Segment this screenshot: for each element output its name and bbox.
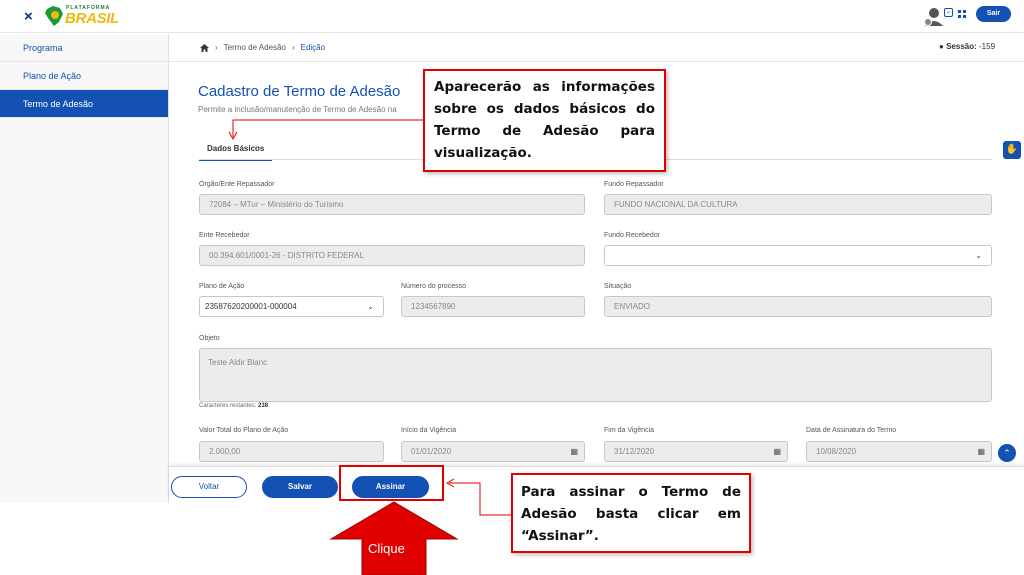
fim-vigencia-field: 31/12/2020 ▦ bbox=[604, 441, 788, 462]
plataforma-brasil-logo: PLATAFORMA BRASIL bbox=[44, 4, 119, 28]
calendar-icon[interactable]: ▦ bbox=[570, 442, 578, 461]
fundo-repassador-label: Fundo Repassador bbox=[604, 181, 664, 188]
calendar-icon[interactable]: ▦ bbox=[977, 442, 985, 461]
session-timer: ● Sessão: -159 bbox=[939, 42, 996, 51]
breadcrumb-separator: › bbox=[291, 43, 295, 52]
objeto-textarea: Teste Aldir Blanc bbox=[199, 348, 992, 402]
fim-vigencia-label: Fim da Vigência bbox=[604, 427, 655, 434]
chevron-down-icon: ⌄ bbox=[367, 302, 374, 311]
fundo-recebedor-select[interactable]: ⌄ bbox=[604, 245, 992, 266]
ente-recebedor-field: 00.394.601/0001-26 - DISTRITO FEDERAL bbox=[199, 245, 585, 266]
breadcrumb: › Termo de Adesão › Edição bbox=[200, 43, 325, 52]
data-assinatura-field: 10/08/2020 ▦ bbox=[806, 441, 992, 462]
voltar-button[interactable]: Voltar bbox=[171, 476, 247, 498]
fundo-repassador-field: FUNDO NACIONAL DA CULTURA bbox=[604, 194, 992, 215]
inicio-vigencia-label: Início da Vigência bbox=[401, 427, 457, 434]
fundo-recebedor-label: Fundo Recebedor bbox=[604, 232, 661, 239]
breadcrumb-termo[interactable]: Termo de Adesão bbox=[224, 43, 286, 52]
callout-dados-basicos: Aparecerão as informações sobre os dados… bbox=[423, 69, 666, 172]
page-subtitle: Permite a inclusão/manutenção de Termo d… bbox=[198, 105, 397, 114]
brazil-map-icon bbox=[45, 6, 63, 26]
data-assinatura-label: Data de Assinatura do Termo bbox=[806, 427, 897, 434]
sidebar-item-programa[interactable]: Programa bbox=[0, 34, 168, 62]
sidebar-item-plano-de-acao[interactable]: Plano de Ação bbox=[0, 62, 168, 90]
accessibility-icon[interactable]: ✋ bbox=[1003, 141, 1021, 159]
salvar-button[interactable]: Salvar bbox=[262, 476, 338, 498]
scroll-up-icon[interactable]: ⌃ bbox=[998, 444, 1016, 462]
apps-grid-icon[interactable] bbox=[958, 10, 966, 18]
situacao-label: Situação bbox=[604, 283, 632, 290]
plano-acao-label: Plano de Ação bbox=[199, 283, 245, 290]
breadcrumb-separator: › bbox=[215, 43, 218, 52]
close-icon[interactable]: × bbox=[24, 8, 33, 25]
valor-total-field: 2.000,00 bbox=[199, 441, 384, 462]
chevron-down-icon: ⌄ bbox=[975, 251, 982, 260]
plano-acao-select[interactable]: 23587620200001-000004 ⌄ bbox=[199, 296, 384, 317]
sidebar-item-termo-de-adesao[interactable]: Termo de Adesão bbox=[0, 90, 168, 118]
sidebar: Programa Plano de Ação Termo de Adesão bbox=[0, 34, 169, 503]
orgao-label: Órgão/Ente Repassador bbox=[199, 181, 275, 188]
objeto-label: Objeto bbox=[199, 335, 220, 342]
callout-assinar: Para assinar o Termo de Adesão basta cli… bbox=[511, 473, 751, 553]
numero-processo-field: 1234567890 bbox=[401, 296, 585, 317]
assinar-highlight bbox=[339, 465, 444, 501]
page-title: Cadastro de Termo de Adesão bbox=[198, 83, 401, 100]
situacao-field: ENVIADO bbox=[604, 296, 992, 317]
calendar-icon[interactable]: ▦ bbox=[773, 442, 781, 461]
home-icon[interactable] bbox=[200, 43, 209, 52]
numero-processo-label: Número do processo bbox=[401, 283, 466, 290]
clique-label: Clique bbox=[368, 541, 405, 556]
clock-icon: ● bbox=[939, 42, 944, 51]
breadcrumb-edicao: Edição bbox=[300, 43, 326, 52]
orgao-field: 72084 – MTur – Ministério do Turismo bbox=[199, 194, 585, 215]
chevron-down-icon[interactable]: ⌄ bbox=[944, 8, 953, 17]
top-bar: × PLATAFORMA BRASIL ⌄ Sair bbox=[0, 0, 1024, 33]
valor-total-label: Valor Total do Plano de Ação bbox=[199, 427, 289, 434]
ente-recebedor-label: Ente Recebedor bbox=[199, 232, 250, 239]
divider bbox=[169, 61, 1024, 62]
clique-arrow-shape bbox=[329, 501, 459, 575]
inicio-vigencia-field: 01/01/2020 ▦ bbox=[401, 441, 585, 462]
chars-remaining: Caracteres restantes: 238 bbox=[199, 403, 269, 409]
sair-button[interactable]: Sair bbox=[976, 6, 1011, 22]
user-icon bbox=[924, 8, 943, 26]
